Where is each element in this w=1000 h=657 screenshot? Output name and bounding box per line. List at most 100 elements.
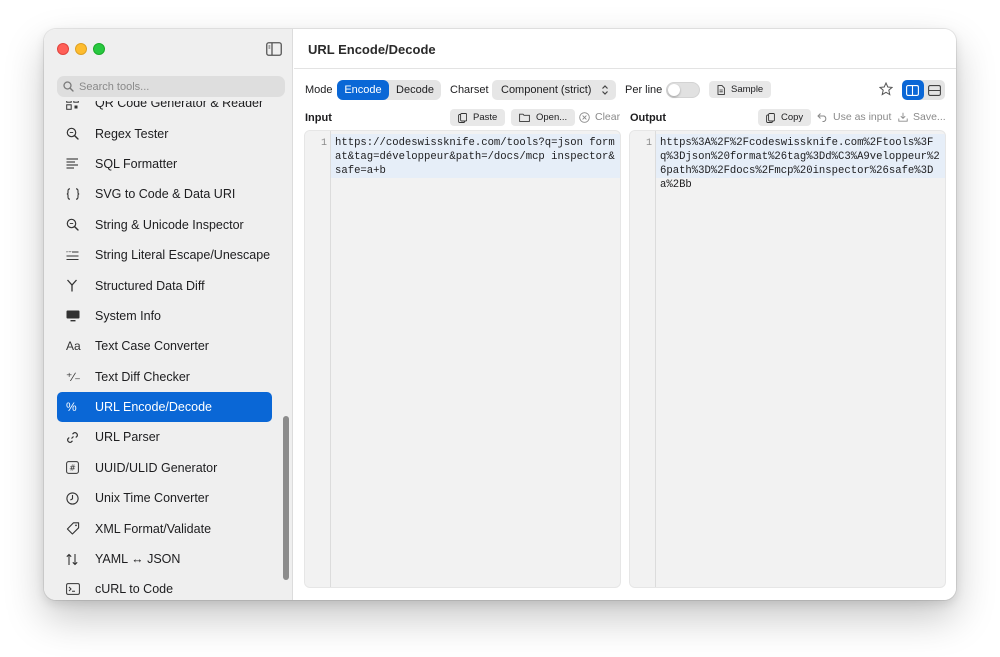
zoom-window-button[interactable] <box>93 43 105 55</box>
output-editor[interactable]: 1 https%3A%2F%2Fcodeswissknife.com%2Ftoo… <box>629 130 946 588</box>
copy-label: Copy <box>781 112 804 123</box>
mode-decode-button[interactable]: Decode <box>389 80 441 100</box>
search-input[interactable] <box>79 80 269 93</box>
line-number: 1 <box>645 138 652 149</box>
clipboard-icon <box>458 112 467 123</box>
sidebar-item-uuid-ulid-generator[interactable]: # UUID/ULID Generator <box>57 453 272 483</box>
sidebar-item-url-parser[interactable]: URL Parser <box>57 422 272 452</box>
sample-button[interactable]: Sample <box>709 81 772 98</box>
title-bar: URL Encode/Decode <box>294 29 956 69</box>
minimize-window-button[interactable] <box>75 43 87 55</box>
sidebar-item-xml-format-validate[interactable]: XML Format/Validate <box>57 513 272 543</box>
toggle-knob <box>668 84 680 96</box>
sidebar-item-yaml-json[interactable]: YAML ↔ JSON <box>57 544 272 574</box>
sample-label: Sample <box>731 84 764 95</box>
copy-button[interactable]: Copy <box>758 109 812 126</box>
mode-segmented-control: Encode Decode <box>337 80 441 100</box>
line-number: 1 <box>320 138 327 149</box>
sidebar-toggle-icon[interactable] <box>266 42 282 56</box>
mode-encode-button[interactable]: Encode <box>337 80 389 100</box>
clear-icon <box>579 111 590 123</box>
search-icon <box>63 81 74 92</box>
layout-switch <box>902 80 945 100</box>
output-text[interactable]: https%3A%2F%2Fcodeswissknife.com%2Ftools… <box>660 136 942 192</box>
sidebar-item-text-case-converter[interactable]: Aa Text Case Converter <box>57 331 272 361</box>
qr-icon <box>66 101 84 111</box>
sidebar-item-unix-time-converter[interactable]: Unix Time Converter <box>57 483 272 513</box>
magnifier-icon <box>66 217 84 233</box>
plus-minus-icon: ⁺∕₋ <box>66 369 81 384</box>
sidebar-item-label: UUID/ULID Generator <box>95 460 218 475</box>
use-as-input-button[interactable]: Use as input <box>817 111 891 123</box>
open-file-button[interactable]: Open... <box>511 109 576 126</box>
line-gutter <box>305 131 331 587</box>
sidebar-item-label: Text Diff Checker <box>95 369 190 384</box>
columns-icon <box>906 84 920 96</box>
swap-icon <box>66 551 84 567</box>
input-text[interactable]: https://codeswissknife.com/tools?q=json … <box>335 136 617 178</box>
aa-icon: Aa <box>66 339 81 354</box>
paste-button[interactable]: Paste <box>450 109 506 126</box>
input-pane-header: Input Paste Open... Clear <box>305 109 623 127</box>
sidebar-item-label: System Info <box>95 308 161 323</box>
input-editor[interactable]: 1 https://codeswissknife.com/tools?q=jso… <box>304 130 621 588</box>
sidebar-item-curl-to-code[interactable]: cURL to Code <box>57 574 272 600</box>
magnifier-icon <box>66 126 84 142</box>
sidebar-item-structured-data-diff[interactable]: Structured Data Diff <box>57 270 272 300</box>
sidebar-item-label: SVG to Code & Data URI <box>95 187 236 202</box>
sidebar-item-text-diff-checker[interactable]: ⁺∕₋ Text Diff Checker <box>57 362 272 392</box>
link-icon <box>66 429 84 445</box>
input-title: Input <box>305 112 332 124</box>
sidebar-item-sql-formatter[interactable]: SQL Formatter <box>57 149 272 179</box>
sidebar-item-svg-to-code-data-uri[interactable]: SVG to Code & Data URI <box>57 179 272 209</box>
lines-icon <box>66 156 84 172</box>
sidebar-item-label: cURL to Code <box>95 582 174 597</box>
percent-icon: % <box>66 400 77 415</box>
close-window-button[interactable] <box>57 43 69 55</box>
copy-icon <box>766 112 775 123</box>
sidebar-item-label: YAML ↔ JSON <box>95 552 181 567</box>
escape-icon: “” <box>66 247 84 263</box>
clear-label: Clear <box>595 111 621 123</box>
charset-value: Component (strict) <box>501 84 592 96</box>
sidebar-item-label: Regex Tester <box>95 126 169 141</box>
sidebar-item-string-unicode-inspector[interactable]: String & Unicode Inspector <box>57 210 272 240</box>
sidebar-scrollbar-thumb[interactable] <box>283 416 289 580</box>
sidebar: QR Code Generator & Reader Regex Tester SQ… <box>44 29 293 600</box>
sidebar-item-regex-tester[interactable]: Regex Tester <box>57 118 272 148</box>
mode-label: Mode <box>305 84 333 96</box>
rows-icon <box>927 84 941 96</box>
sidebar-item-label: Structured Data Diff <box>95 278 205 293</box>
hash-icon: # <box>66 460 84 476</box>
undo-arrow-icon <box>817 113 827 122</box>
terminal-icon <box>66 581 84 597</box>
charset-select[interactable]: Component (strict) <box>492 80 616 100</box>
sidebar-item-label: XML Format/Validate <box>95 521 212 536</box>
svg-text:#: # <box>69 464 76 473</box>
sidebar-item-qr-code-generator-reader[interactable]: QR Code Generator & Reader <box>57 101 272 118</box>
output-pane-header: Output Copy Use as input Save... <box>630 109 948 127</box>
sidebar-item-system-info[interactable]: System Info <box>57 301 272 331</box>
sidebar-item-label: QR Code Generator & Reader <box>95 101 264 111</box>
output-title: Output <box>630 112 667 124</box>
sidebar-item-string-literal-escape-unescape[interactable]: “” String Literal Escape/Unescape <box>57 240 272 270</box>
toolbar: Mode Encode Decode Charset Component (st… <box>294 69 956 109</box>
sidebar-item-label: String & Unicode Inspector <box>95 217 244 232</box>
perline-toggle[interactable] <box>666 82 700 98</box>
paste-label: Paste <box>473 112 498 123</box>
open-label: Open... <box>536 112 568 123</box>
fork-icon <box>66 278 84 294</box>
split-vertical-button[interactable] <box>924 80 946 100</box>
save-label: Save... <box>913 111 946 123</box>
sidebar-item-label: Unix Time Converter <box>95 491 209 506</box>
search-box[interactable] <box>57 76 285 97</box>
main-panel: URL Encode/Decode Mode Encode Decode Cha… <box>294 29 956 600</box>
split-horizontal-button[interactable] <box>902 80 924 100</box>
use-as-input-label: Use as input <box>833 111 892 123</box>
save-button[interactable]: Save... <box>898 111 946 123</box>
clear-button[interactable]: Clear <box>579 111 620 123</box>
sidebar-item-label: URL Parser <box>95 430 160 445</box>
star-icon[interactable] <box>879 82 893 96</box>
folder-icon <box>519 113 530 122</box>
sidebar-item-url-encode-decode[interactable]: % URL Encode/Decode <box>57 391 272 423</box>
